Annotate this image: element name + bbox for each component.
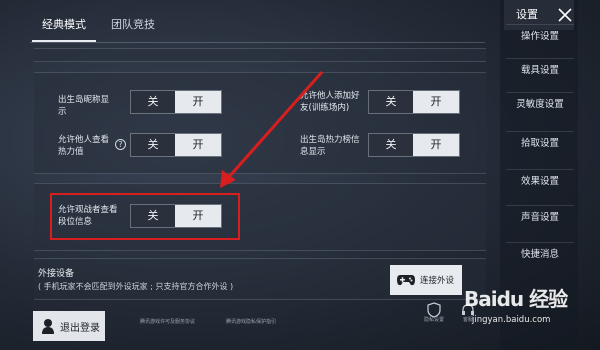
external-device-desc: ( 手机玩家不会匹配到外设玩家 ; 只支持官方合作外设 ) bbox=[38, 282, 234, 291]
privacy-settings-label: 隐私设置 bbox=[423, 317, 444, 323]
connect-device-button[interactable]: 连接外设 bbox=[390, 265, 462, 295]
watermark-url: jingyan.baidu.com bbox=[472, 315, 551, 325]
sidebar-item-quick-message[interactable]: 快捷消息 bbox=[506, 242, 574, 266]
sidebar-item-effects[interactable]: 效果设置 bbox=[506, 169, 574, 193]
sidebar-item-vehicle[interactable]: 载具设置 bbox=[506, 58, 574, 82]
sidebar-item-sensitivity[interactable]: 灵敏度设置 bbox=[506, 92, 574, 116]
connect-device-label: 连接外设 bbox=[420, 276, 455, 286]
gamepad-icon bbox=[397, 275, 415, 286]
logout-label: 退出登录 bbox=[60, 322, 100, 334]
user-icon bbox=[42, 319, 54, 334]
external-device-title: 外接设备 bbox=[38, 269, 75, 279]
logout-button[interactable]: 退出登录 bbox=[33, 311, 105, 341]
sidebar-item-pickup[interactable]: 拾取设置 bbox=[506, 131, 574, 155]
policy-link-privacy[interactable]: 腾讯游戏隐私保护指引 bbox=[226, 318, 276, 325]
policy-link-license[interactable]: 腾讯游戏许可及服务协议 bbox=[140, 318, 195, 325]
sidebar-item-sound[interactable]: 声音设置 bbox=[506, 205, 574, 229]
sidebar-item-controls[interactable]: 操作设置 bbox=[506, 24, 574, 48]
watermark-brand: Baidu 经验 bbox=[464, 287, 568, 311]
